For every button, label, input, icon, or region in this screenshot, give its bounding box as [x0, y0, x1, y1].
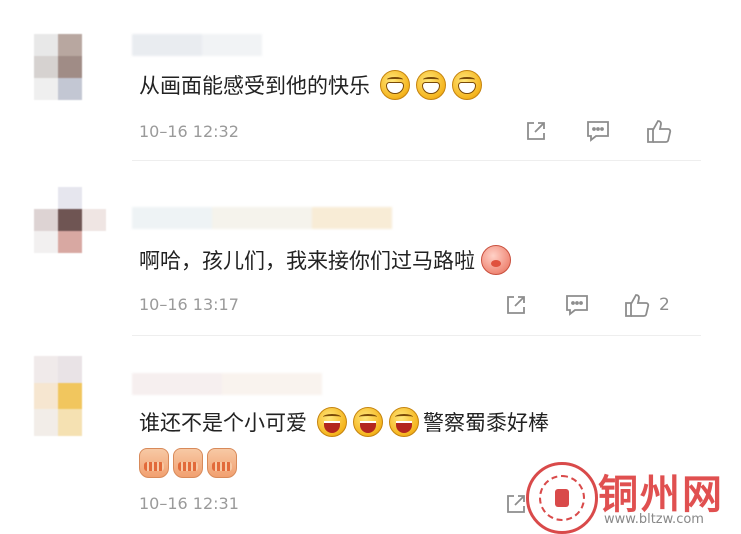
- piggy-emoji: [481, 245, 511, 275]
- username-blurred[interactable]: [132, 373, 322, 395]
- thumbs-up-icon: [625, 294, 650, 317]
- like-button[interactable]: [645, 117, 673, 145]
- avatar[interactable]: [34, 34, 106, 100]
- clap-hands-emoji: [173, 448, 203, 478]
- comment-time: 10–16 13:17: [139, 295, 239, 314]
- laugh-emoji: [317, 407, 347, 437]
- grin-emoji: [380, 70, 410, 100]
- thumbs-up-icon: [647, 120, 672, 143]
- comment-icon: [566, 295, 588, 316]
- clap-hands-emoji: [207, 448, 237, 478]
- watermark-url: www.bltzw.com: [604, 512, 704, 527]
- comment-icon: [587, 121, 609, 142]
- comment-button[interactable]: [585, 119, 611, 143]
- laugh-emoji: [353, 407, 383, 437]
- comment-text: 从画面能感受到他的快乐: [139, 70, 482, 100]
- share-button[interactable]: [524, 119, 548, 143]
- clap-hands-emoji: [139, 448, 169, 478]
- share-icon: [527, 122, 545, 140]
- divider: [132, 160, 701, 161]
- share-button[interactable]: [504, 293, 528, 317]
- avatar[interactable]: [34, 187, 106, 253]
- divider: [132, 335, 701, 336]
- comment-time: 10–16 12:32: [139, 122, 239, 141]
- share-icon: [507, 495, 525, 513]
- comment-text: 啊哈，孩儿们，我来接你们过马路啦: [139, 245, 511, 275]
- comment-text-line2: [139, 448, 241, 478]
- username-blurred[interactable]: [132, 34, 262, 56]
- laugh-emoji: [389, 407, 419, 437]
- share-icon: [507, 296, 525, 314]
- avatar[interactable]: [34, 356, 106, 436]
- like-button[interactable]: 2: [623, 291, 670, 319]
- comment-text: 谁还不是个小可爱 警察蜀黍好棒: [139, 407, 549, 437]
- share-button[interactable]: [504, 492, 528, 516]
- grin-emoji: [416, 70, 446, 100]
- comment-button[interactable]: [564, 293, 590, 317]
- grin-emoji: [452, 70, 482, 100]
- seal-icon: [526, 462, 598, 534]
- like-count: 2: [659, 295, 670, 315]
- comment-time: 10–16 12:31: [139, 494, 239, 513]
- username-blurred[interactable]: [132, 207, 392, 229]
- watermark: 铜州网 www.bltzw.com: [526, 462, 731, 534]
